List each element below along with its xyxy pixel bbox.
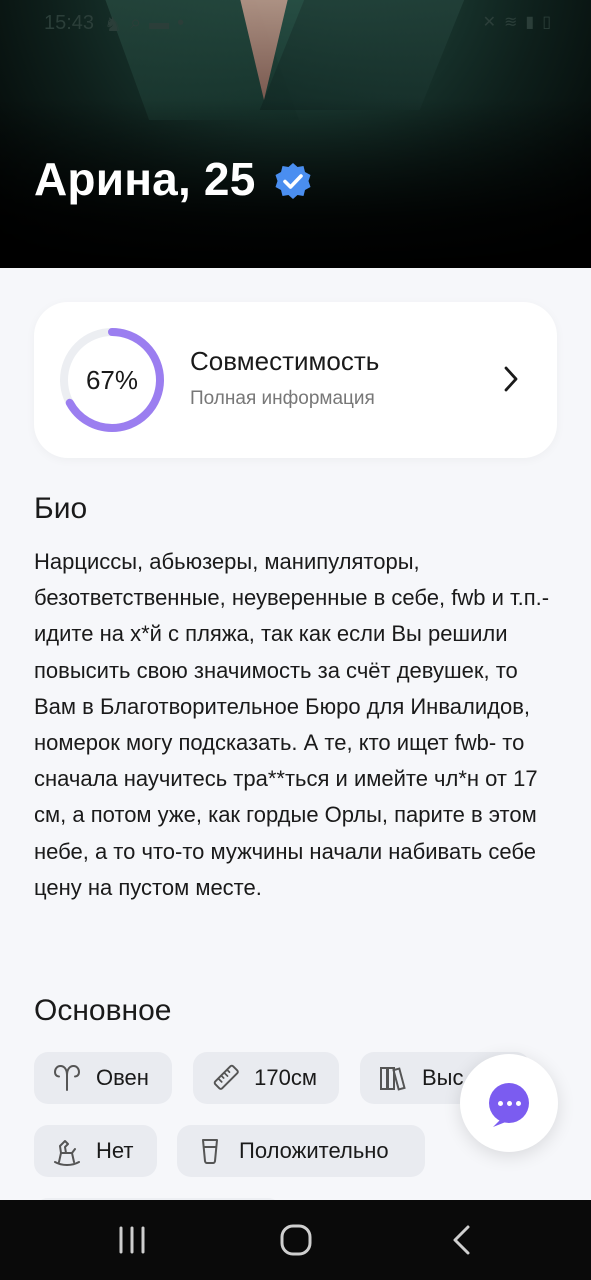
chip-height[interactable]: 170см bbox=[193, 1052, 339, 1104]
ruler-icon bbox=[213, 1064, 239, 1090]
bio-text: Нарциссы, абьюзеры, манипуляторы, безотв… bbox=[34, 549, 550, 900]
rocking-horse-icon bbox=[54, 1140, 80, 1166]
status-time: 15:43 bbox=[44, 12, 95, 34]
profile-header: Арина, 25 bbox=[34, 152, 314, 206]
chevron-right-icon[interactable] bbox=[501, 364, 521, 394]
mute-icon: ✕ bbox=[482, 14, 496, 31]
notification-icon: ♞ bbox=[104, 14, 122, 36]
verified-badge-icon bbox=[275, 163, 310, 199]
search-icon: ⌕ bbox=[129, 12, 142, 34]
wifi-icon: ≋ bbox=[503, 14, 518, 31]
chip-label: Выс bbox=[422, 1065, 464, 1090]
signal-icon: ▮ bbox=[525, 14, 535, 31]
profile-photo[interactable]: 15:43 ♞ ⌕ ▬ • ✕ ≋ ▮ ▯ Арина, 25 bbox=[0, 0, 591, 268]
chip-children[interactable]: Нет bbox=[34, 1125, 157, 1177]
chip-label: 170см bbox=[254, 1065, 317, 1090]
bio-title: Био bbox=[34, 492, 88, 525]
chip-drinking[interactable]: Положительно bbox=[177, 1125, 425, 1177]
basics-title: Основное bbox=[34, 994, 172, 1027]
recent-apps-icon[interactable] bbox=[112, 1220, 152, 1260]
chip-zodiac[interactable]: Овен bbox=[34, 1052, 172, 1104]
status-bar: 15:43 ♞ ⌕ ▬ • ✕ ≋ ▮ ▯ bbox=[0, 0, 591, 46]
glass-icon bbox=[202, 1139, 218, 1164]
status-left-icons: ♞ ⌕ ▬ • bbox=[104, 12, 184, 37]
status-right-icons: ✕ ≋ ▮ ▯ bbox=[483, 12, 551, 32]
chat-button[interactable] bbox=[460, 1054, 558, 1152]
compatibility-percent: 67% bbox=[85, 364, 139, 395]
battery-icon: ▯ bbox=[542, 14, 551, 31]
chip-label: Положительно bbox=[239, 1138, 389, 1163]
dots-icon bbox=[489, 1083, 529, 1123]
compatibility-subtitle: Полная информация bbox=[190, 388, 375, 409]
back-icon[interactable] bbox=[442, 1220, 482, 1260]
zodiac-aries-icon bbox=[53, 1064, 81, 1091]
compatibility-card[interactable]: 67% Совместимость Полная информация bbox=[34, 302, 557, 458]
home-icon[interactable] bbox=[276, 1220, 316, 1260]
message-icon: ▬ bbox=[149, 12, 170, 34]
books-icon bbox=[380, 1067, 406, 1091]
profile-name-age: Арина, 25 bbox=[34, 153, 256, 205]
system-nav-bar bbox=[0, 1200, 591, 1280]
chat-bubble-icon bbox=[489, 1083, 529, 1123]
compatibility-title: Совместимость bbox=[190, 346, 380, 376]
chip-label: Овен bbox=[96, 1065, 149, 1090]
chip-label: Нет bbox=[96, 1138, 134, 1163]
dot-icon: • bbox=[177, 12, 185, 34]
